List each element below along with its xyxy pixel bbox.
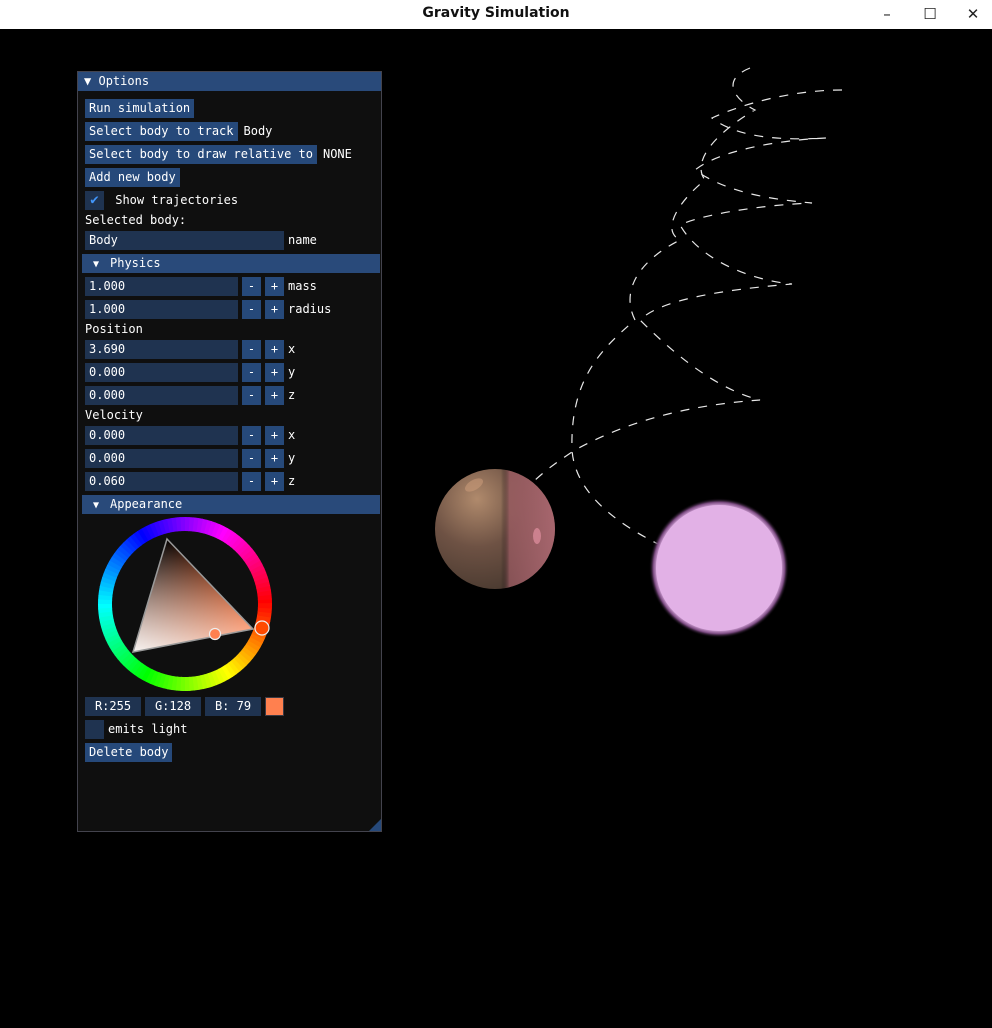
velocity-x-label: x [288, 428, 296, 442]
run-simulation-button[interactable]: Run simulation [85, 99, 195, 118]
add-body-button[interactable]: Add new body [85, 168, 180, 187]
velocity-y-decrement-button[interactable]: - [242, 449, 261, 468]
position-x-increment-button[interactable]: + [265, 340, 284, 359]
velocity-y-label: y [288, 451, 296, 465]
velocity-z-label: z [288, 474, 296, 488]
blue-input[interactable]: B: 79 [205, 697, 261, 716]
radius-increment-button[interactable]: + [265, 300, 284, 319]
select-relative-body-button[interactable]: Select body to draw relative to [85, 145, 317, 164]
maximize-button[interactable]: ☐ [919, 4, 941, 24]
velocity-y-increment-button[interactable]: + [265, 449, 284, 468]
color-swatch[interactable] [265, 697, 284, 716]
title-bar: Gravity Simulation – ☐ ✕ [0, 0, 992, 29]
sv-cursor[interactable] [208, 627, 222, 641]
physics-section-header[interactable]: ▼ Physics [82, 254, 380, 273]
velocity-x-input[interactable]: 0.000 [85, 426, 238, 445]
hue-ring-segment [257, 603, 272, 609]
mass-decrement-button[interactable]: - [242, 277, 261, 296]
radius-label: radius [288, 302, 332, 316]
velocity-z-input[interactable]: 0.060 [85, 472, 238, 491]
relative-body-value: NONE [322, 147, 352, 161]
emits-light-label: emits light [108, 722, 188, 736]
saturation-value-triangle[interactable] [131, 537, 255, 653]
collapse-triangle-icon: ▼ [84, 74, 92, 88]
options-title: Options [98, 74, 150, 88]
trajectory-planet [529, 89, 843, 486]
position-z-label: z [288, 388, 296, 402]
radius-input[interactable]: 1.000 [85, 300, 238, 319]
checkmark-icon: ✔ [90, 192, 99, 208]
appearance-section-header[interactable]: ▼ Appearance [82, 495, 380, 514]
physics-title: Physics [110, 256, 161, 270]
planet-body[interactable] [435, 469, 555, 589]
position-z-increment-button[interactable]: + [265, 386, 284, 405]
star-body[interactable] [649, 498, 789, 638]
velocity-label: Velocity [85, 408, 143, 422]
tracked-body-value: Body [243, 124, 273, 138]
velocity-z-decrement-button[interactable]: - [242, 472, 261, 491]
minimize-button[interactable]: – [876, 4, 898, 24]
radius-decrement-button[interactable]: - [242, 300, 261, 319]
color-wheel-picker[interactable] [95, 517, 275, 697]
resize-grip[interactable] [369, 819, 381, 831]
show-trajectories-checkbox[interactable]: ✔ [85, 191, 104, 210]
mass-label: mass [288, 279, 317, 293]
close-button[interactable]: ✕ [962, 4, 984, 24]
appearance-title: Appearance [110, 497, 183, 511]
delete-body-button[interactable]: Delete body [85, 743, 173, 762]
show-trajectories-label: Show trajectories [115, 193, 239, 207]
mass-input[interactable]: 1.000 [85, 277, 238, 296]
position-y-increment-button[interactable]: + [265, 363, 284, 382]
collapse-triangle-icon: ▼ [92, 500, 100, 511]
position-y-input[interactable]: 0.000 [85, 363, 238, 382]
select-track-body-button[interactable]: Select body to track [85, 122, 238, 141]
velocity-z-increment-button[interactable]: + [265, 472, 284, 491]
position-x-label: x [288, 342, 296, 356]
selected-body-label: Selected body: [85, 213, 187, 227]
options-panel: ▼ Options Run simulation Select body to … [77, 71, 382, 832]
position-y-decrement-button[interactable]: - [242, 363, 261, 382]
hue-cursor[interactable] [254, 620, 270, 636]
position-z-input[interactable]: 0.000 [85, 386, 238, 405]
emits-light-checkbox[interactable] [85, 720, 104, 739]
position-x-decrement-button[interactable]: - [242, 340, 261, 359]
name-label: name [288, 233, 317, 247]
velocity-y-input[interactable]: 0.000 [85, 449, 238, 468]
mass-increment-button[interactable]: + [265, 277, 284, 296]
position-z-decrement-button[interactable]: - [242, 386, 261, 405]
position-y-label: y [288, 365, 296, 379]
position-x-input[interactable]: 3.690 [85, 340, 238, 359]
position-label: Position [85, 322, 143, 336]
red-input[interactable]: R:255 [85, 697, 141, 716]
window-title: Gravity Simulation [422, 5, 570, 21]
green-input[interactable]: G:128 [145, 697, 201, 716]
velocity-x-increment-button[interactable]: + [265, 426, 284, 445]
trajectory-lines [529, 67, 843, 546]
body-name-input[interactable]: Body [85, 231, 284, 250]
velocity-x-decrement-button[interactable]: - [242, 426, 261, 445]
options-header[interactable]: ▼ Options [78, 72, 381, 91]
collapse-triangle-icon: ▼ [92, 259, 100, 270]
